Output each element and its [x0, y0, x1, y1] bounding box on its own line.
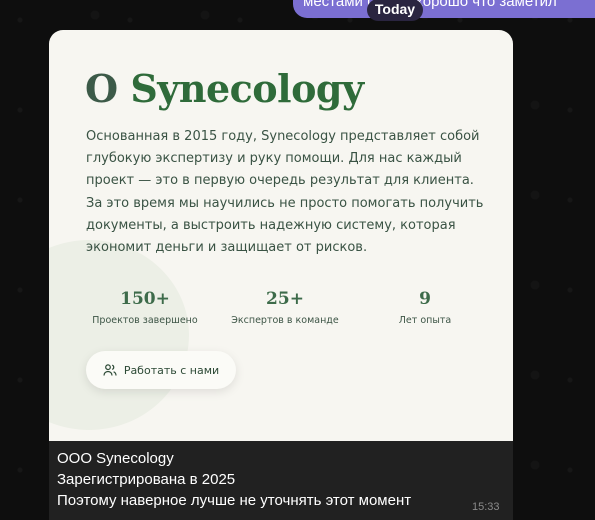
stat-label: Проектов завершено	[92, 315, 198, 326]
about-title-prefix: О	[85, 66, 131, 111]
about-title-brand: Synecology	[130, 66, 364, 111]
stat-label: Лет опыта	[398, 315, 452, 326]
previous-message-text: местами (до..л) хорошо что заметил	[303, 0, 557, 10]
caption-line-3: Поэтому наверное лучше не уточнять этот …	[57, 492, 412, 509]
date-badge: Today	[367, 0, 423, 21]
work-with-us-button[interactable]: Работать с нами	[86, 351, 236, 389]
stat-experts: 25+ Экспертов в команде	[205, 288, 365, 327]
stat-value: 25+	[266, 289, 304, 309]
stat-label: Экспертов в команде	[231, 315, 339, 326]
stat-value: 150+	[120, 289, 170, 309]
stat-projects: 150+ Проектов завершено	[65, 288, 225, 327]
previous-message-bubble[interactable]: местами (до..л) хорошо что заметил	[293, 0, 595, 18]
users-icon	[103, 363, 117, 377]
website-preview-image[interactable]: О Synecology Основанная в 2015 году, Syn…	[49, 30, 513, 441]
work-with-us-label: Работать с нами	[123, 363, 220, 377]
caption-line-2: Зарегистрирована в 2025	[57, 471, 236, 488]
message-time: 15:33	[472, 501, 500, 513]
stat-value: 9	[419, 289, 431, 309]
caption-line-1: ООО Synecology	[57, 450, 174, 467]
about-description: Основанная в 2015 году, Synecology предс…	[86, 129, 484, 256]
stat-years: 9 Лет опыта	[345, 288, 505, 327]
stats-row: 150+ Проектов завершено 25+ Экспертов в …	[49, 288, 513, 338]
about-title: О Synecology	[85, 66, 364, 111]
message-bubble[interactable]: О Synecology Основанная в 2015 году, Syn…	[49, 30, 513, 520]
message-caption: ООО Synecology Зарегистрирована в 2025 П…	[49, 441, 513, 520]
